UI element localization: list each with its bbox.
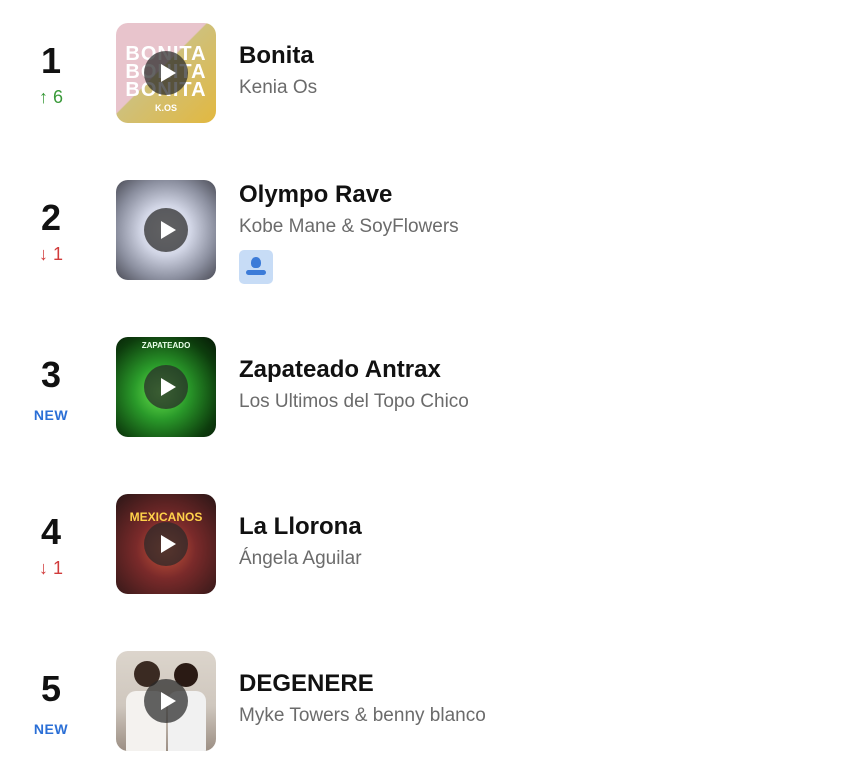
rank-change-down: ↓ 1 <box>38 558 63 578</box>
album-cover[interactable]: ZAPATEADO <box>116 337 216 437</box>
rank-number: 2 <box>40 197 62 238</box>
artist-portrait-icon[interactable] <box>239 250 273 284</box>
rank-number: 3 <box>40 354 62 395</box>
track-artist[interactable]: Ángela Aguilar <box>239 546 362 572</box>
chart-row[interactable]: 1 ↑ 6 BONITA BONITA BONITA K.OS Bonita K… <box>0 23 844 133</box>
rank-change-down: ↓ 1 <box>38 244 63 264</box>
rank-column: 2 ↓ 1 <box>20 180 82 280</box>
track-artist[interactable]: Los Ultimos del Topo Chico <box>239 389 469 415</box>
cover-text: ZAPATEADO <box>141 341 191 350</box>
rank-column: 4 ↓ 1 <box>20 494 82 594</box>
track-artist[interactable]: Myke Towers & benny blanco <box>239 703 486 729</box>
play-icon[interactable] <box>144 365 188 409</box>
rank-number: 4 <box>40 511 62 552</box>
track-info: La Llorona Ángela Aguilar <box>239 512 362 572</box>
chart-row[interactable]: 4 ↓ 1 MEXICANOS La Llorona Ángela Aguila… <box>0 494 844 604</box>
chart-row[interactable]: 5 NEW DEGENERE Myke Towers & benny blanc… <box>0 651 844 761</box>
play-icon[interactable] <box>144 208 188 252</box>
album-cover[interactable] <box>116 180 216 280</box>
track-info: Zapateado Antrax Los Ultimos del Topo Ch… <box>239 355 469 415</box>
album-cover[interactable]: BONITA BONITA BONITA K.OS <box>116 23 216 123</box>
track-title[interactable]: DEGENERE <box>239 669 486 699</box>
track-title[interactable]: Olympo Rave <box>239 180 459 210</box>
track-artist[interactable]: Kobe Mane & SoyFlowers <box>239 214 459 240</box>
rank-column: 1 ↑ 6 <box>20 23 82 123</box>
play-icon[interactable] <box>144 522 188 566</box>
cover-label: K.OS <box>154 103 177 113</box>
rank-change-up: ↑ 6 <box>38 87 63 107</box>
track-title[interactable]: Zapateado Antrax <box>239 355 469 385</box>
play-icon[interactable] <box>144 679 188 723</box>
rank-number: 5 <box>40 668 62 709</box>
album-cover[interactable]: MEXICANOS <box>116 494 216 594</box>
track-artist[interactable]: Kenia Os <box>239 75 317 101</box>
chart-row[interactable]: 3 NEW ZAPATEADO Zapateado Antrax Los Ult… <box>0 337 844 447</box>
track-info: Bonita Kenia Os <box>239 41 317 101</box>
new-badge: NEW <box>33 721 69 737</box>
track-info: Olympo Rave Kobe Mane & SoyFlowers <box>239 180 459 284</box>
play-icon[interactable] <box>144 51 188 95</box>
rank-number: 1 <box>40 40 62 81</box>
chart-row[interactable]: 2 ↓ 1 Olympo Rave Kobe Mane & SoyFlowers <box>0 180 844 290</box>
new-badge: NEW <box>33 407 69 423</box>
album-cover[interactable] <box>116 651 216 751</box>
rank-column: 5 NEW <box>20 651 82 751</box>
track-title[interactable]: La Llorona <box>239 512 362 542</box>
rank-column: 3 NEW <box>20 337 82 437</box>
track-info: DEGENERE Myke Towers & benny blanco <box>239 669 486 729</box>
track-title[interactable]: Bonita <box>239 41 317 71</box>
